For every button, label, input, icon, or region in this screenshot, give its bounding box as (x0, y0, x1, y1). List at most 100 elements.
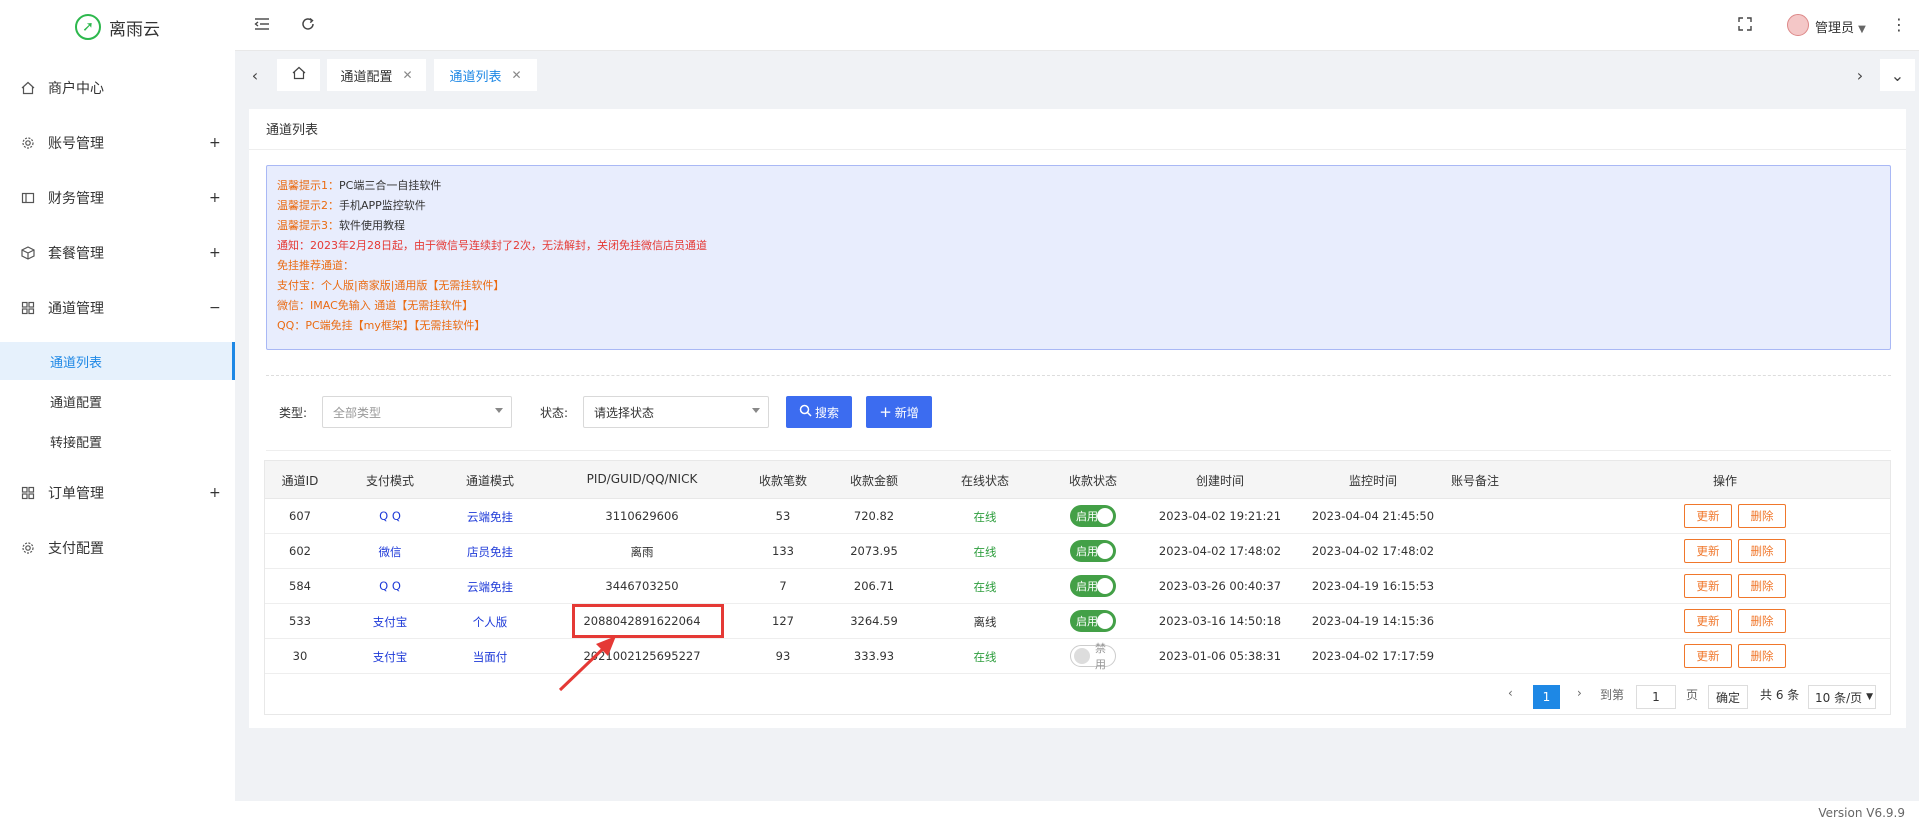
grid-icon (20, 485, 36, 501)
cell-pay[interactable]: 支付宝 (373, 649, 408, 665)
tabs-bar: ‹ 通道配置 ✕ 通道列表 ✕ › ⌄ (235, 51, 1919, 98)
tab-home[interactable] (277, 59, 320, 91)
title-divider (249, 149, 1906, 150)
avatar[interactable] (1787, 14, 1809, 36)
tab-channel-list[interactable]: 通道列表 ✕ (434, 59, 537, 91)
cell-count: 133 (772, 544, 794, 558)
rocket-icon: ➚ (75, 14, 101, 40)
delete-button[interactable]: 删除 (1738, 539, 1786, 563)
expand-plus-icon: + (209, 245, 221, 261)
fullscreen-icon[interactable] (1735, 14, 1755, 34)
notice-line: 通知：2023年2月28日起，由于微信号连续封了2次，无法解封，关闭免挂微信店员… (277, 239, 707, 252)
toggle-knob (1097, 508, 1113, 524)
cell-monitor: 2023-04-04 21:45:50 (1311, 509, 1435, 523)
update-button[interactable]: 更新 (1684, 504, 1732, 528)
receive-status-toggle[interactable]: 启用 (1070, 610, 1116, 632)
cell-mode[interactable]: 云端免挂 (467, 579, 513, 595)
cell-monitor: 2023-04-02 17:17:59 (1311, 649, 1435, 663)
type-select[interactable]: 全部类型 (322, 396, 512, 428)
sidebar-item-label: 通道管理 (48, 301, 104, 317)
sidebar-item-account[interactable]: 账号管理 + (0, 123, 235, 163)
page-input[interactable]: 1 (1636, 685, 1676, 709)
delete-button[interactable]: 删除 (1738, 644, 1786, 668)
main-panel: 通道列表 温馨提示1：PC端三合一自挂软件 温馨提示2：手机APP监控软件 温馨… (249, 109, 1906, 728)
per-page-value: 10 条/页 (1815, 690, 1863, 705)
prev-page-icon[interactable]: ‹ (1508, 686, 1513, 700)
page-unit-label: 页 (1686, 688, 1699, 702)
delete-button[interactable]: 删除 (1738, 504, 1786, 528)
cell-mode[interactable]: 店员免挂 (467, 544, 513, 560)
column-header: 操作 (1712, 474, 1738, 488)
search-button[interactable]: 搜索 (786, 396, 852, 428)
add-button[interactable]: + 新增 (866, 396, 932, 428)
notice-prefix: 温馨提示2： (277, 199, 339, 212)
sidebar-item-package[interactable]: 套餐管理 + (0, 233, 235, 273)
notice-text[interactable]: 手机APP监控软件 (339, 199, 426, 212)
table-header: 通道ID 支付模式 通道模式 PID/GUID/QQ/NICK 收款笔数 收款金额 在线状态… (265, 461, 1890, 499)
sidebar-item-finance[interactable]: 财务管理 + (0, 178, 235, 218)
delete-button[interactable]: 删除 (1738, 574, 1786, 598)
cell-pay[interactable]: Q Q (379, 579, 401, 593)
cell-pay[interactable]: Q Q (379, 509, 401, 523)
cell-pid: 3110629606 (605, 509, 679, 523)
cell-mode[interactable]: 个人版 (473, 614, 508, 630)
tabs-scroll-left-icon[interactable]: ‹ (241, 59, 269, 91)
sidebar-item-payment-config[interactable]: 支付配置 (0, 528, 235, 568)
expand-plus-icon: + (209, 190, 221, 206)
cell-id: 30 (292, 649, 308, 663)
column-header: 通道模式 (465, 474, 515, 488)
update-button[interactable]: 更新 (1684, 574, 1732, 598)
table-row: 30 支付宝 当面付 2021002125695227 93 333.93 在线 禁用 2023… (265, 639, 1890, 674)
more-vertical-icon[interactable]: ⋮ (1891, 15, 1907, 34)
wallet-icon (20, 190, 36, 206)
receive-status-toggle[interactable]: 禁用 (1070, 642, 1116, 671)
caret-down-icon (495, 408, 503, 413)
column-header: 支付模式 (365, 474, 415, 488)
page-1-button[interactable]: 1 (1533, 685, 1560, 709)
dashed-divider (266, 375, 1891, 376)
refresh-icon[interactable] (298, 14, 318, 34)
cell-pay[interactable]: 微信 (379, 544, 402, 560)
page-confirm-button[interactable]: 确定 (1708, 685, 1748, 709)
receive-status-toggle[interactable]: 启用 (1070, 540, 1116, 562)
user-name[interactable]: 管理员 ▼ (1815, 17, 1866, 36)
sidebar-subitem-channel-config[interactable]: 通道配置 (0, 382, 235, 420)
sidebar-item-merchant-center[interactable]: 商户中心 (0, 68, 235, 108)
close-icon[interactable]: ✕ (511, 68, 521, 82)
status-select[interactable]: 请选择状态 (583, 396, 769, 428)
plus-icon: + (879, 403, 892, 421)
column-header: 监控时间 (1348, 474, 1398, 488)
collapse-menu-icon[interactable] (252, 14, 272, 34)
tabs-dropdown-chevron-icon[interactable]: ⌄ (1880, 59, 1915, 91)
cell-created: 2023-04-02 19:21:21 (1158, 509, 1282, 523)
tab-channel-config[interactable]: 通道配置 ✕ (327, 59, 426, 91)
sidebar-item-orders[interactable]: 订单管理 + (0, 473, 235, 513)
per-page-select[interactable]: 10 条/页 ▼ (1808, 685, 1876, 709)
logo[interactable]: ➚ 离雨云 (0, 6, 235, 48)
close-icon[interactable]: ✕ (402, 68, 412, 82)
cell-pay[interactable]: 支付宝 (373, 614, 408, 630)
type-filter-label: 类型: (279, 406, 308, 420)
delete-button[interactable]: 删除 (1738, 609, 1786, 633)
sidebar-item-label: 订单管理 (48, 486, 104, 502)
filter-divider (266, 450, 1891, 451)
tabs-scroll-right-icon[interactable]: › (1846, 59, 1874, 91)
update-button[interactable]: 更新 (1684, 539, 1732, 563)
sidebar-item-channel[interactable]: 通道管理 − (0, 288, 235, 328)
caret-down-icon: ▼ (1866, 692, 1874, 702)
update-button[interactable]: 更新 (1684, 644, 1732, 668)
goto-label: 到第 (1600, 688, 1625, 702)
update-button[interactable]: 更新 (1684, 609, 1732, 633)
notice-text[interactable]: PC端三合一自挂软件 (339, 179, 441, 192)
receive-status-toggle[interactable]: 启用 (1070, 505, 1116, 527)
receive-status-toggle[interactable]: 启用 (1070, 575, 1116, 597)
notice-text[interactable]: 软件使用教程 (339, 219, 405, 232)
cell-mode[interactable]: 云端免挂 (467, 509, 513, 525)
cell-id: 602 (289, 544, 311, 558)
next-page-icon[interactable]: › (1577, 686, 1582, 700)
grid-icon (20, 300, 36, 316)
sidebar-subitem-label: 通道列表 (50, 355, 103, 371)
cell-mode[interactable]: 当面付 (473, 649, 508, 665)
sidebar-subitem-channel-list[interactable]: 通道列表 (0, 342, 235, 380)
sidebar-subitem-transfer-config[interactable]: 转接配置 (0, 422, 235, 460)
